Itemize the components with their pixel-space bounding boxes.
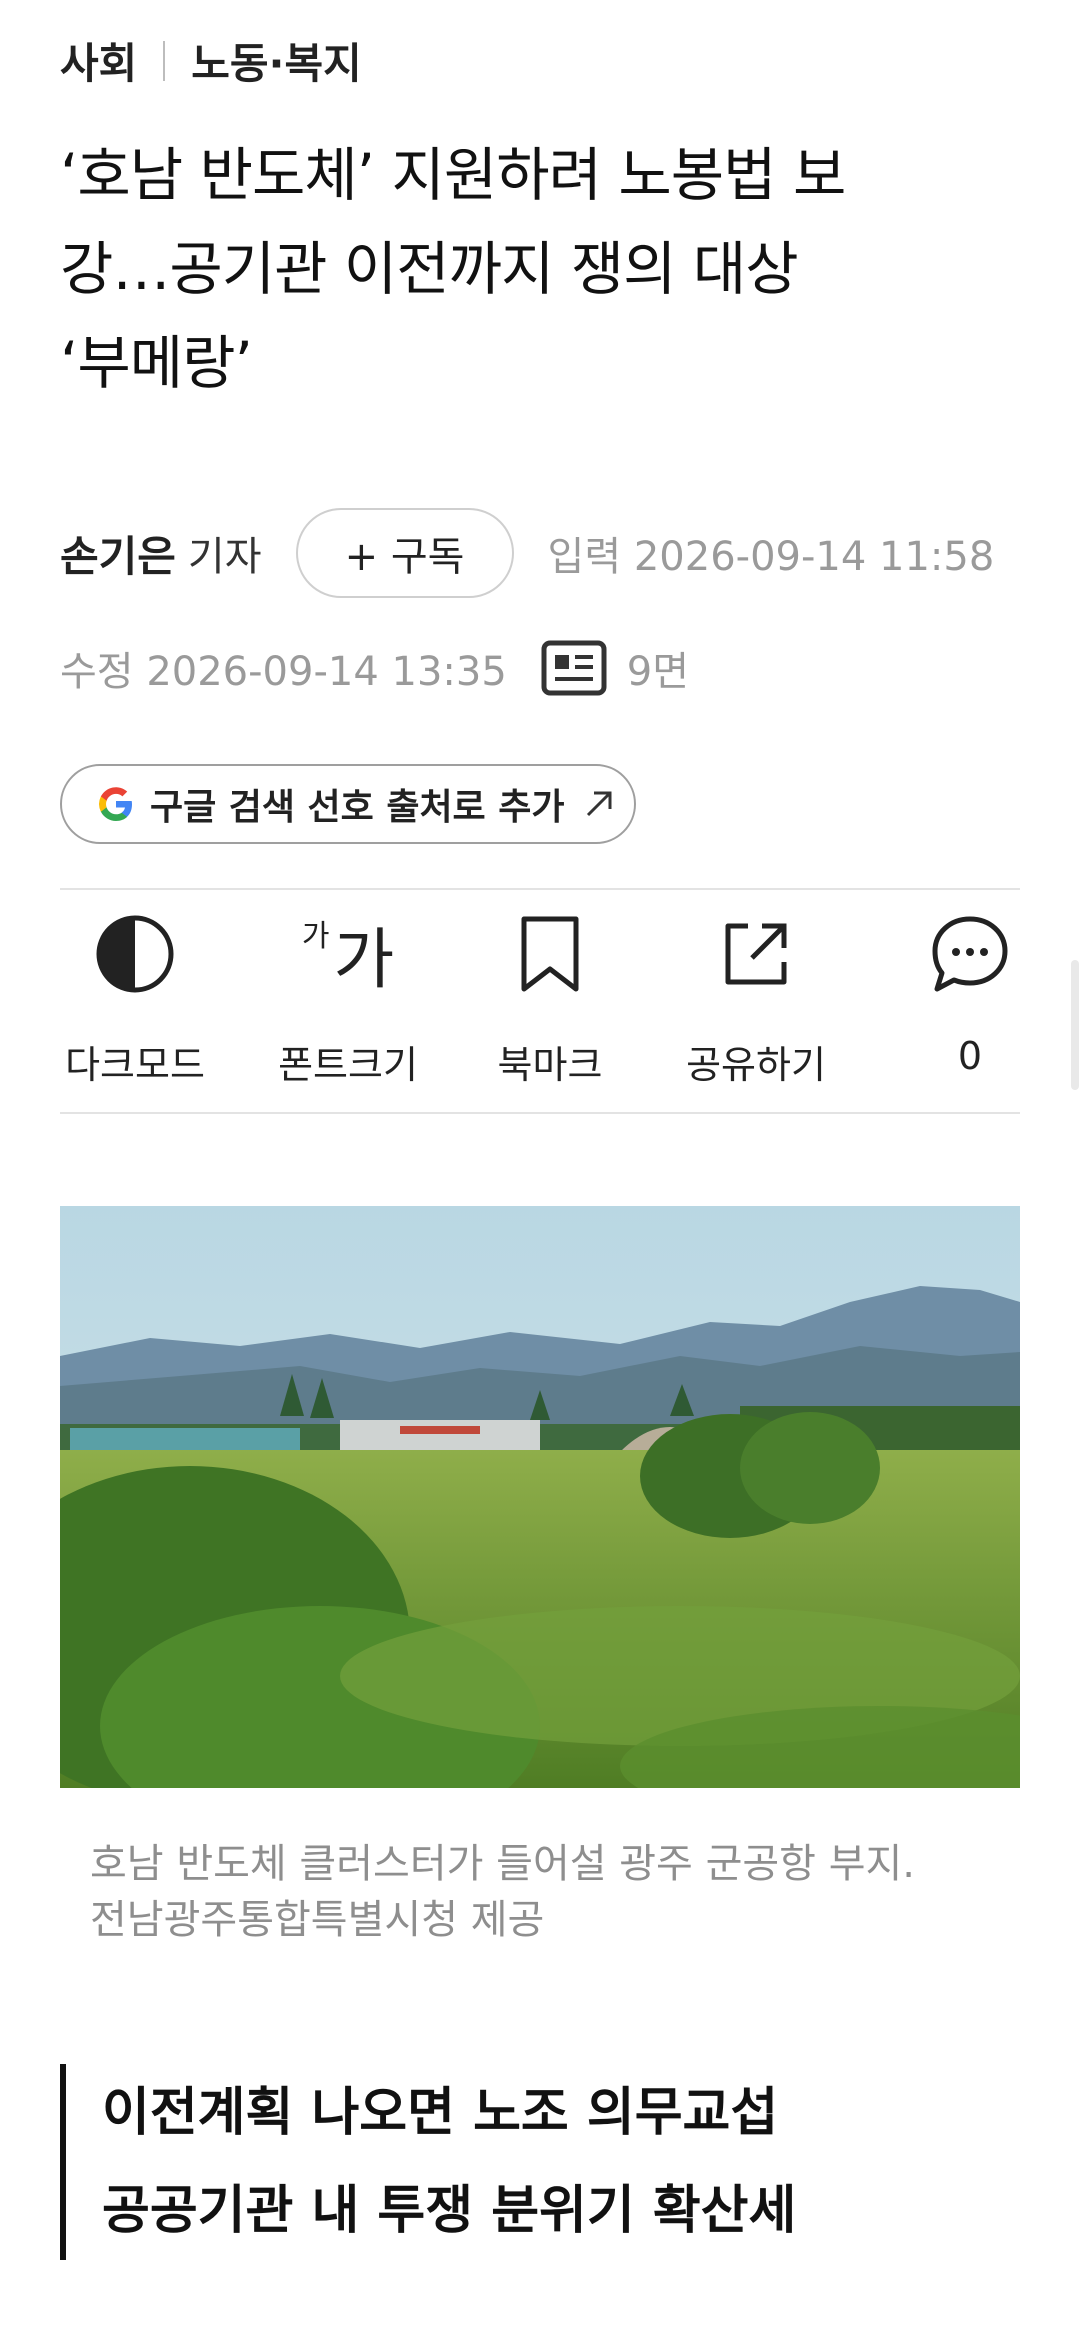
reporter-name[interactable]: 손기은: [60, 523, 176, 584]
divider: [60, 888, 1020, 890]
breadcrumb-section[interactable]: 사회: [60, 30, 137, 91]
comment-button[interactable]: 0: [920, 904, 1020, 1078]
caption-line: 호남 반도체 클러스터가 들어설 광주 군공항 부지.: [90, 1841, 916, 1887]
comment-icon: [929, 904, 1011, 1004]
subheading-line: 공공기관 내 투쟁 분위기 확산세: [102, 2181, 797, 2241]
byline: 손기은 기자 + 구독 입력 2026-09-14 11:58: [60, 508, 994, 598]
page-title: ‘호남 반도체’ 지원하려 노봉법 보 강…공기관 이전까지 쟁의 대상 ‘부메…: [60, 128, 1030, 410]
darkmode-label: 다크모드: [65, 1043, 205, 1087]
article-subheading: 이전계획 나오면 노조 의무교섭 공공기관 내 투쟁 분위기 확산세: [60, 2064, 1020, 2260]
divider: [60, 1112, 1020, 1114]
scrollbar[interactable]: [1071, 960, 1079, 1090]
photo-caption: 호남 반도체 클러스터가 들어설 광주 군공항 부지. 전남광주통합특별시청 제…: [90, 1836, 1010, 1948]
share-icon: [718, 904, 794, 1004]
headline-line: 강…공기관 이전까지 쟁의 대상: [60, 235, 799, 303]
article-photo[interactable]: [60, 1206, 1020, 1788]
modified-timestamp: 수정 2026-09-14 13:35: [60, 649, 507, 695]
breadcrumb-divider: [163, 40, 166, 81]
headline-line: ‘호남 반도체’ 지원하려 노봉법 보: [60, 141, 846, 209]
print-page-number: 9면: [626, 649, 690, 695]
google-pill-label: 구글 검색 선호 출처로 추가: [150, 787, 565, 828]
newspaper-icon: [541, 640, 607, 696]
external-arrow-icon: [582, 787, 616, 821]
article-meta: 수정 2026-09-14 13:35 9면: [60, 628, 689, 708]
fontsize-small-glyph: 가: [301, 919, 330, 954]
share-button[interactable]: 공유하기: [676, 904, 836, 1089]
article-toolbar: 다크모드 가 가 폰트크기 북마크 공유하기 0: [60, 904, 1020, 1114]
bookmark-icon: [518, 904, 582, 1004]
breadcrumb-subsection[interactable]: 노동·복지: [191, 30, 362, 91]
darkmode-button[interactable]: 다크모드: [60, 904, 210, 1089]
bookmark-button[interactable]: 북마크: [485, 904, 615, 1089]
caption-line: 전남광주통합특별시청 제공: [90, 1897, 545, 1943]
reporter-role: 기자: [187, 534, 262, 580]
bookmark-label: 북마크: [497, 1043, 603, 1087]
breadcrumb: 사회 노동·복지: [60, 30, 362, 91]
darkmode-icon: [94, 904, 176, 1004]
share-label: 공유하기: [686, 1043, 826, 1087]
input-timestamp: 입력 2026-09-14 11:58: [547, 534, 995, 580]
comment-count: 0: [957, 1034, 983, 1078]
subscribe-button[interactable]: + 구독: [295, 508, 514, 598]
fontsize-button[interactable]: 가 가 폰트크기: [273, 904, 423, 1089]
fontsize-icon: 가 가: [302, 904, 394, 1004]
fontsize-label: 폰트크기: [278, 1043, 418, 1087]
headline-line: ‘부메랑’: [60, 329, 253, 397]
fontsize-big-glyph: 가: [333, 921, 395, 998]
google-preferred-source-button[interactable]: 구글 검색 선호 출처로 추가: [60, 764, 636, 844]
google-g-icon: [96, 784, 136, 824]
subheading-line: 이전계획 나오면 노조 의무교섭: [102, 2083, 779, 2143]
